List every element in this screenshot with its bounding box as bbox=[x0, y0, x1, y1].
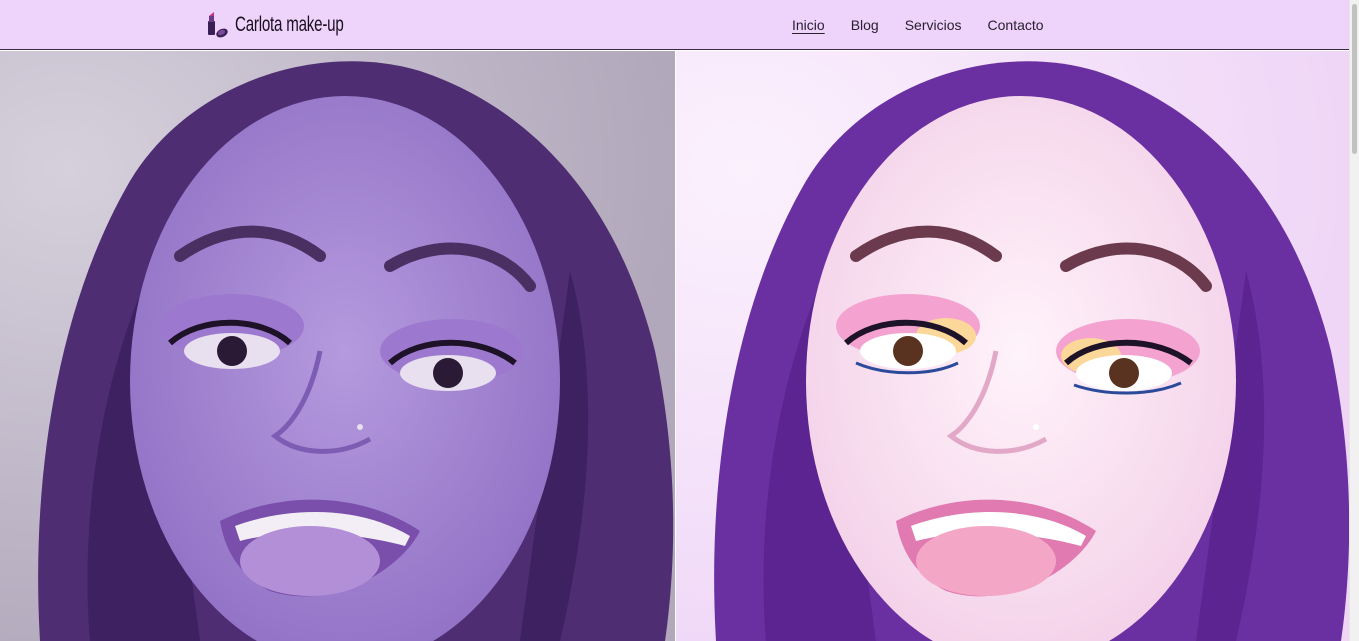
hero-section bbox=[0, 51, 1350, 641]
portrait-after-image bbox=[675, 51, 1350, 641]
nav-item-blog[interactable]: Blog bbox=[851, 16, 879, 34]
page: Carlota make-up Inicio Blog Servicios Co… bbox=[0, 0, 1359, 641]
lipstick-icon bbox=[208, 12, 228, 38]
portrait-before-image bbox=[0, 51, 675, 641]
brand-name: Carlota make-up bbox=[235, 13, 344, 36]
scrollbar-thumb[interactable] bbox=[1352, 4, 1357, 154]
nav-item-inicio[interactable]: Inicio bbox=[792, 16, 825, 34]
nav-item-servicios[interactable]: Servicios bbox=[905, 16, 962, 34]
nav-item-contacto[interactable]: Contacto bbox=[988, 16, 1044, 34]
main-nav: Inicio Blog Servicios Contacto bbox=[792, 0, 1070, 50]
brand-logo-link[interactable]: Carlota make-up bbox=[205, 9, 386, 41]
page-scrollbar[interactable] bbox=[1349, 0, 1359, 641]
navbar: Carlota make-up Inicio Blog Servicios Co… bbox=[0, 0, 1350, 50]
